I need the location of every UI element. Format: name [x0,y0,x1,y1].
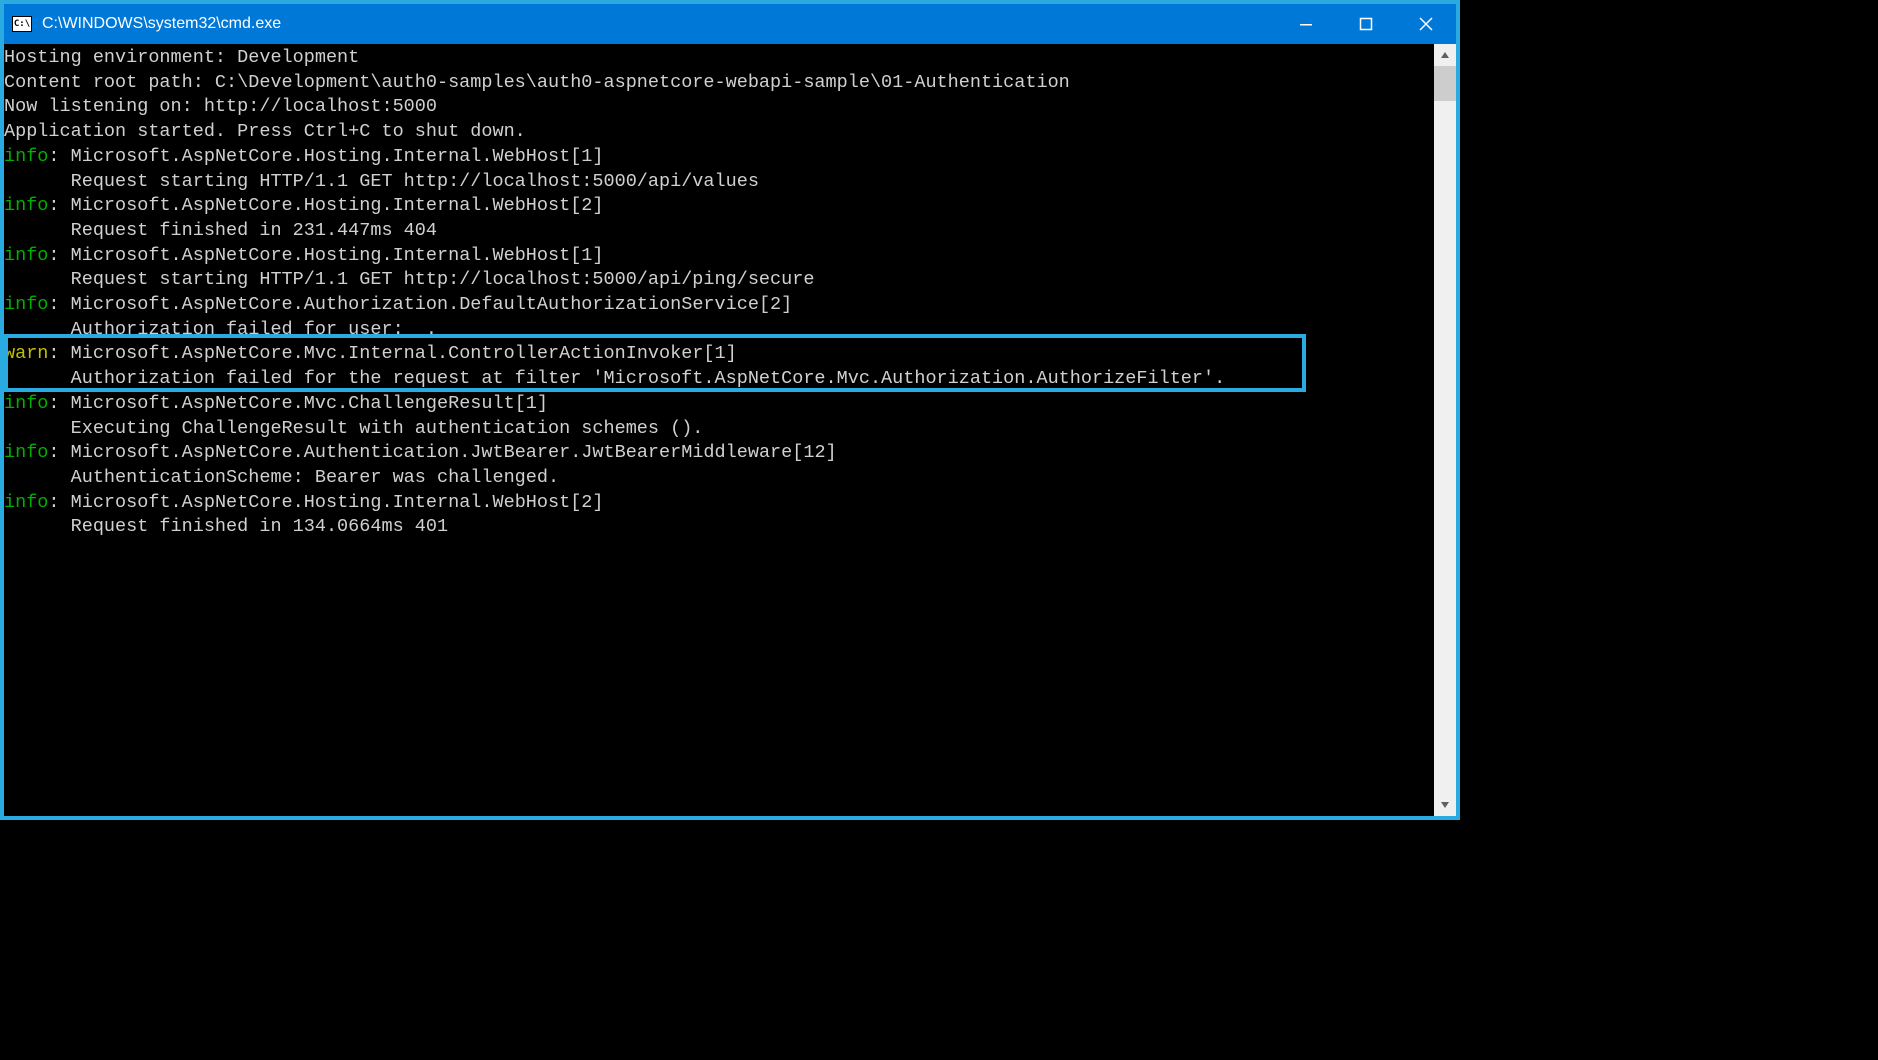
scroll-down-arrow[interactable] [1434,794,1456,816]
scroll-track[interactable] [1434,66,1456,794]
window-title: C:\WINDOWS\system32\cmd.exe [42,15,1276,33]
minimize-button[interactable] [1276,4,1336,44]
console-line: Application started. Press Ctrl+C to shu… [4,120,1434,145]
console-line: info: Microsoft.AspNetCore.Hosting.Inter… [4,194,1434,219]
console-line: Request finished in 231.447ms 404 [4,219,1434,244]
console-line: Content root path: C:\Development\auth0-… [4,71,1434,96]
console-line: Authorization failed for user: . [4,318,1434,343]
console-line: info: Microsoft.AspNetCore.Hosting.Inter… [4,145,1434,170]
console-line: Request starting HTTP/1.1 GET http://loc… [4,268,1434,293]
console-line: Executing ChallengeResult with authentic… [4,417,1434,442]
console-line: Authorization failed for the request at … [4,367,1434,392]
console-line: Hosting environment: Development [4,46,1434,71]
console-line: info: Microsoft.AspNetCore.Hosting.Inter… [4,244,1434,269]
scroll-up-arrow[interactable] [1434,44,1456,66]
maximize-button[interactable] [1336,4,1396,44]
window-frame: C:\ C:\WINDOWS\system32\cmd.exe Hosting … [0,0,1460,820]
console-line: info: Microsoft.AspNetCore.Mvc.Challenge… [4,392,1434,417]
close-button[interactable] [1396,4,1456,44]
console-line: info: Microsoft.AspNetCore.Authenticatio… [4,441,1434,466]
log-level-warn: warn [4,343,48,364]
terminal-output[interactable]: Hosting environment: DevelopmentContent … [4,44,1434,816]
console-line: Request finished in 134.0664ms 401 [4,515,1434,540]
console-line: info: Microsoft.AspNetCore.Authorization… [4,293,1434,318]
console-line: AuthenticationScheme: Bearer was challen… [4,466,1434,491]
log-level-info: info [4,195,48,216]
log-level-info: info [4,294,48,315]
console-line: info: Microsoft.AspNetCore.Hosting.Inter… [4,491,1434,516]
log-level-info: info [4,245,48,266]
console-line: Request starting HTTP/1.1 GET http://loc… [4,170,1434,195]
scroll-thumb[interactable] [1434,66,1456,101]
log-level-info: info [4,442,48,463]
log-level-info: info [4,492,48,513]
console-line: Now listening on: http://localhost:5000 [4,95,1434,120]
vertical-scrollbar[interactable] [1434,44,1456,816]
terminal-area: Hosting environment: DevelopmentContent … [4,44,1456,816]
window-controls [1276,4,1456,44]
log-level-info: info [4,146,48,167]
cmd-icon: C:\ [12,16,32,32]
titlebar[interactable]: C:\ C:\WINDOWS\system32\cmd.exe [4,4,1456,44]
log-level-info: info [4,393,48,414]
console-line: warn: Microsoft.AspNetCore.Mvc.Internal.… [4,342,1434,367]
